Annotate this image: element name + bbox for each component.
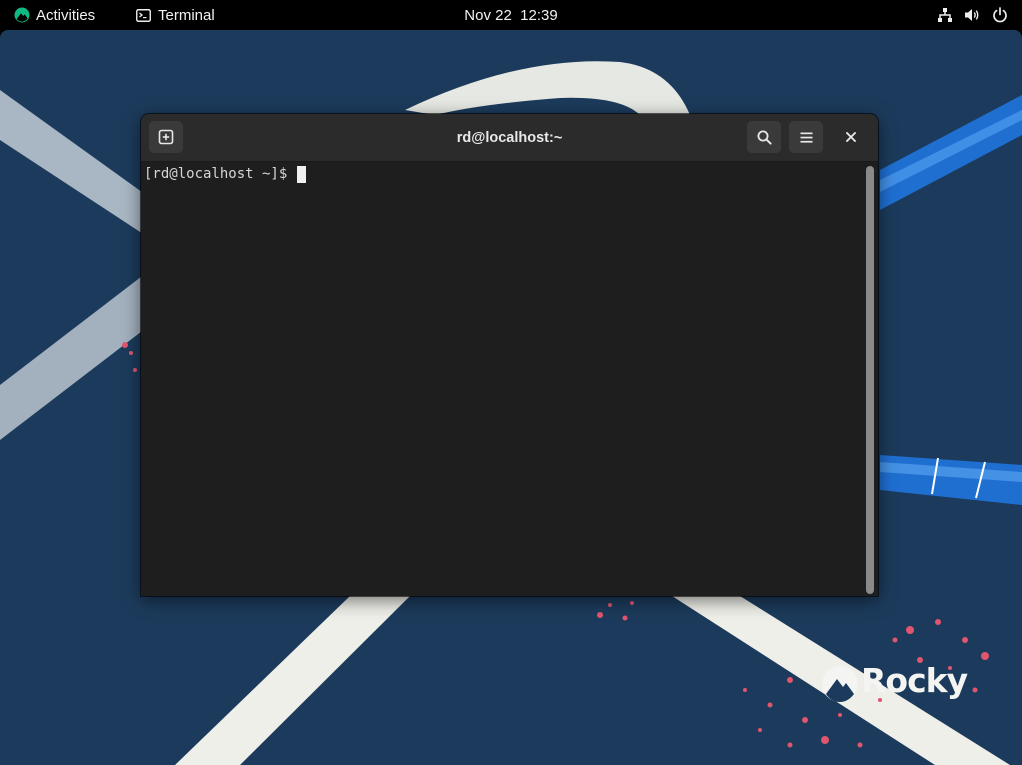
search-icon [757,130,772,145]
app-menu-label: Terminal [158,6,215,24]
new-tab-icon [158,129,174,145]
prompt-line: [rd@localhost ~]$ [144,164,306,184]
desktop: Rocky rd@localhost:~ [rd@localhost ~]$ [0,30,1022,765]
close-button[interactable] [839,125,863,149]
terminal-content[interactable]: [rd@localhost ~]$ [141,162,863,596]
activities-label: Activities [36,6,96,24]
shell-prompt: [rd@localhost ~]$ [144,166,296,182]
close-icon [846,132,856,142]
menu-button[interactable] [789,121,823,153]
network-icon[interactable] [937,7,953,23]
new-tab-button[interactable] [149,121,183,153]
terminal-app-icon [136,8,151,22]
search-button[interactable] [747,121,781,153]
menu-icon [800,132,812,143]
rocky-brand-logo-icon [822,666,858,702]
volume-icon[interactable] [964,7,981,23]
app-menu-terminal[interactable]: Terminal [136,0,215,30]
rocky-logo-icon [14,7,30,23]
top-bar: Activities Terminal Nov 22 12:39 [0,0,1022,30]
terminal-headerbar[interactable]: rd@localhost:~ [141,114,878,162]
clock[interactable]: Nov 22 12:39 [464,7,557,24]
terminal-window[interactable]: rd@localhost:~ [rd@localhost ~]$ [141,114,878,596]
power-icon[interactable] [992,7,1008,23]
rocky-brand-text: Rocky [861,661,968,700]
activities-button[interactable]: Activities [14,0,95,30]
scrollbar[interactable] [863,162,878,596]
scrollbar-thumb[interactable] [866,166,874,594]
system-tray[interactable] [937,0,1008,30]
text-cursor [296,165,306,183]
